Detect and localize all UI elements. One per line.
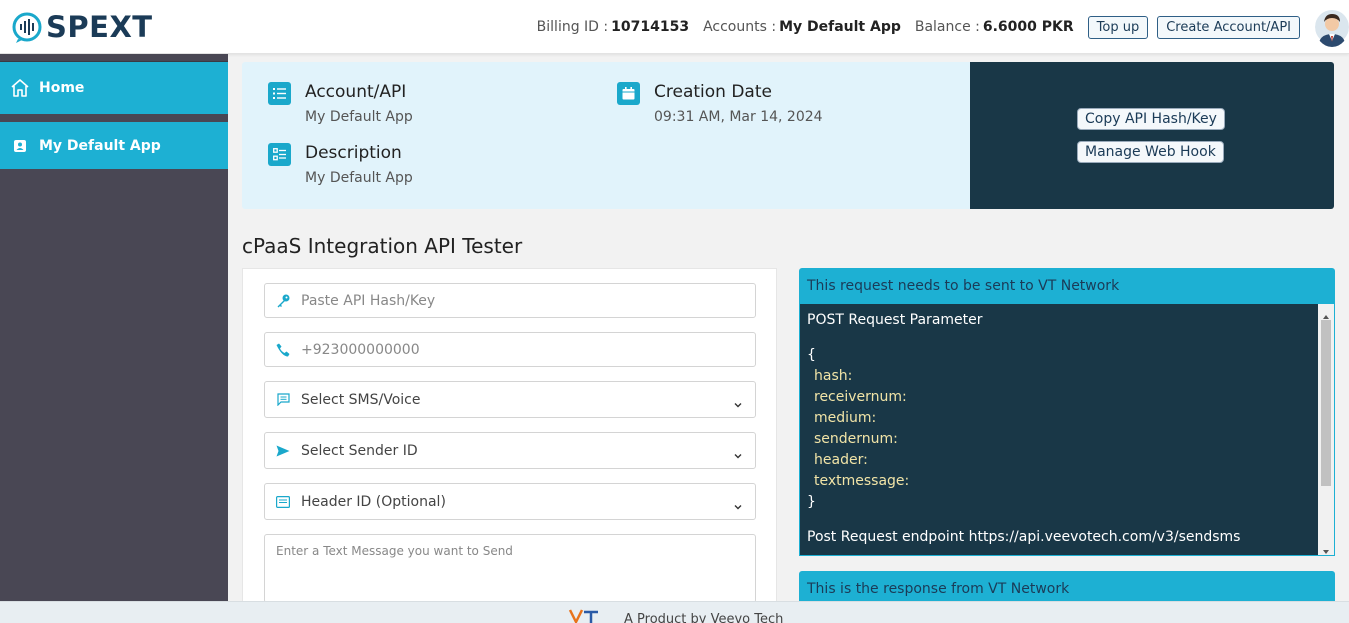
home-icon [9, 77, 31, 99]
post-endpoint: Post Request endpoint https://api.veevot… [807, 529, 1241, 545]
param-key: hash: [814, 368, 853, 384]
scroll-thumb[interactable] [1321, 320, 1331, 486]
sidebar-item-home[interactable]: Home [0, 61, 228, 114]
param-key: textmessage: [814, 473, 910, 489]
chevron-down-icon [733, 446, 743, 458]
header-info: Billing ID : 10714153 Accounts : My Defa… [537, 0, 1349, 54]
api-actions-panel: Copy API Hash/Key Manage Web Hook [970, 62, 1334, 209]
phone-placeholder: +923000000000 [301, 341, 420, 358]
account-api-title: Account/API [305, 82, 407, 102]
balance-label: Balance : [914, 19, 980, 35]
checklist-icon [268, 143, 291, 166]
text-message-placeholder: Enter a Text Message you want to Send [276, 544, 513, 558]
account-api-value: My Default App [305, 109, 413, 125]
request-panel-body: POST Request Parameter { hash: receivern… [799, 304, 1335, 556]
param-key: header: [814, 452, 868, 468]
request-panel-heading: This request needs to be sent to VT Netw… [807, 278, 1120, 294]
veevo-tech-logo-icon [568, 608, 610, 623]
billing-id: 10714153 [611, 19, 690, 35]
footer-text: A Product by Veevo Tech [624, 612, 784, 623]
message-icon [274, 391, 292, 409]
key-icon [274, 292, 292, 310]
phone-number-input[interactable]: +923000000000 [264, 332, 756, 367]
phone-icon [274, 341, 292, 359]
sender-id-select-value: Select Sender ID [301, 442, 418, 459]
param-key: medium: [814, 410, 877, 426]
manage-web-hook-button[interactable]: Manage Web Hook [1077, 141, 1224, 163]
medium-select[interactable]: Select SMS/Voice [264, 381, 756, 418]
billing-label: Billing ID : [536, 19, 609, 35]
param-key: sendernum: [814, 431, 898, 447]
logo-text: SPEXT [46, 10, 153, 44]
chevron-down-icon [733, 395, 743, 407]
accounts-value: My Default App [779, 19, 901, 35]
request-scrollbar[interactable] [1318, 304, 1334, 555]
send-icon [274, 442, 292, 460]
copy-api-hash-button[interactable]: Copy API Hash/Key [1077, 108, 1225, 130]
creation-date-value: 09:31 AM, Mar 14, 2024 [654, 109, 823, 125]
creation-date-title: Creation Date [654, 82, 772, 102]
page-title: cPaaS Integration API Tester [242, 234, 523, 258]
description-value: My Default App [305, 170, 413, 186]
sidebar-item-my-default-app[interactable]: My Default App [0, 122, 228, 169]
sidebar: Home My Default App [0, 54, 228, 623]
logo-mark-icon [10, 10, 44, 44]
top-up-button[interactable]: Top up [1087, 15, 1149, 39]
accounts-label: Accounts : [703, 19, 777, 35]
api-tester-form: Paste API Hash/Key +923000000000 Select … [242, 268, 777, 608]
header-id-select-value: Header ID (Optional) [301, 493, 446, 510]
description-title: Description [305, 143, 402, 163]
contact-card-icon [9, 135, 31, 157]
top-header: SPEXT Billing ID : 10714153 Accounts : M… [0, 0, 1349, 54]
list-icon [268, 82, 291, 105]
header-message-icon [274, 493, 292, 511]
sender-id-select[interactable]: Select Sender ID [264, 432, 756, 469]
post-param-title: POST Request Parameter [807, 312, 983, 328]
response-panel-heading: This is the response from VT Network [807, 581, 1070, 597]
footer: A Product by Veevo Tech [0, 601, 1349, 623]
close-brace: } [807, 494, 816, 510]
avatar[interactable] [1315, 7, 1349, 47]
calendar-icon [617, 82, 640, 105]
sidebar-item-label: My Default App [39, 137, 161, 154]
sidebar-item-label: Home [39, 80, 85, 96]
account-info-panel: Account/API My Default App Description M… [242, 62, 970, 209]
text-message-input[interactable]: Enter a Text Message you want to Send [264, 534, 756, 603]
request-panel-header: This request needs to be sent to VT Netw… [799, 268, 1335, 304]
spext-logo[interactable]: SPEXT [10, 10, 153, 44]
header-id-select[interactable]: Header ID (Optional) [264, 483, 756, 520]
chevron-down-icon [733, 497, 743, 509]
open-brace: { [807, 347, 816, 363]
api-hash-placeholder: Paste API Hash/Key [301, 292, 436, 309]
param-key: receivernum: [814, 389, 907, 405]
scroll-down-arrow-icon[interactable] [1321, 542, 1331, 554]
api-hash-input[interactable]: Paste API Hash/Key [264, 283, 756, 318]
balance-value: 6.6000 PKR [982, 19, 1074, 35]
medium-select-value: Select SMS/Voice [301, 391, 421, 408]
scroll-up-arrow-icon[interactable] [1321, 307, 1331, 319]
create-account-button[interactable]: Create Account/API [1157, 15, 1300, 39]
